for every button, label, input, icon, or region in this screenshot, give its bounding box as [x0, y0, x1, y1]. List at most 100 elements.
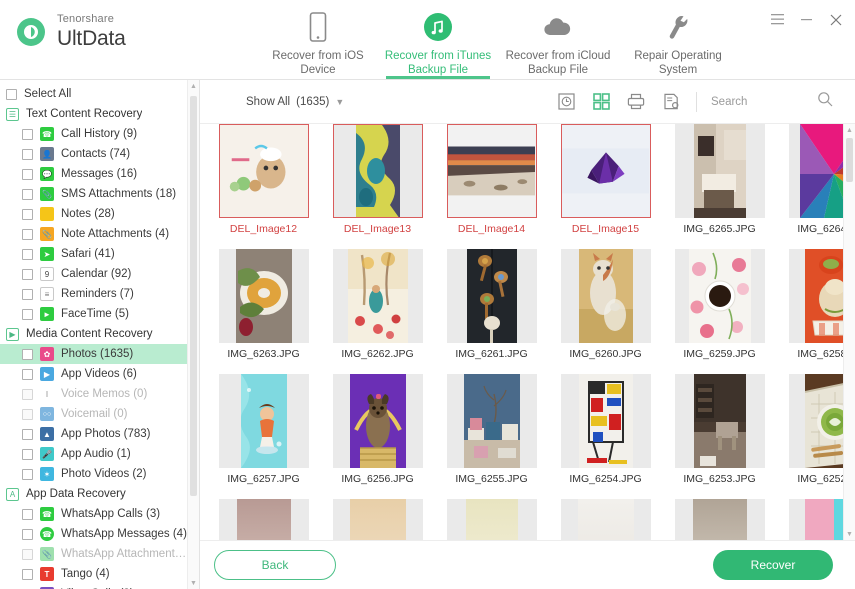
tab-recover-from-icloud-backup-file[interactable]: Recover from iCloud Backup File	[498, 0, 618, 79]
photo-thumbnail[interactable]	[447, 499, 537, 540]
search-icon[interactable]	[817, 91, 833, 112]
photo-cell[interactable]: IMG_6256.JPG	[326, 374, 429, 499]
photo-thumbnail[interactable]	[675, 499, 765, 540]
photo-cell[interactable]	[212, 499, 315, 540]
item-checkbox[interactable]	[22, 509, 33, 520]
item-checkbox[interactable]	[22, 189, 33, 200]
scroll-up-icon[interactable]: ▲	[188, 80, 199, 92]
photo-cell[interactable]: DEL_Image14	[440, 124, 543, 249]
photo-thumbnail[interactable]	[447, 374, 537, 468]
photo-cell[interactable]: IMG_6254.JPG	[554, 374, 657, 499]
item-checkbox[interactable]	[22, 209, 33, 220]
photo-cell[interactable]: IMG_6253.JPG	[668, 374, 771, 499]
grid-scroll-down-icon[interactable]: ▼	[844, 528, 855, 540]
sidebar-item-calendar[interactable]: 9 Calendar (92)	[0, 264, 187, 284]
photo-cell[interactable]: IMG_6259.JPG	[668, 249, 771, 374]
photo-cell[interactable]: DEL_Image15	[554, 124, 657, 249]
back-button[interactable]: Back	[214, 550, 336, 580]
sidebar-item-viber-calls[interactable]: ☎ Viber Calls (3)	[0, 584, 187, 589]
sidebar-item-contacts[interactable]: 👤 Contacts (74)	[0, 144, 187, 164]
photo-cell[interactable]	[782, 499, 843, 540]
recover-button[interactable]: Recover	[713, 550, 833, 580]
sidebar-item-note-attachments[interactable]: 📎 Note Attachments (4)	[0, 224, 187, 244]
item-checkbox[interactable]	[22, 309, 33, 320]
photo-cell[interactable]: IMG_6255.JPG	[440, 374, 543, 499]
sidebar-item-app-photos[interactable]: ▲ App Photos (783)	[0, 424, 187, 444]
photo-thumbnail[interactable]	[561, 374, 651, 468]
photo-thumbnail[interactable]	[561, 499, 651, 540]
photo-thumbnail[interactable]	[219, 499, 309, 540]
sidebar-item-facetime[interactable]: ► FaceTime (5)	[0, 304, 187, 324]
export-settings-icon[interactable]	[662, 93, 680, 111]
sidebar-item-voicemail[interactable]: ○○ Voicemail (0)	[0, 404, 187, 424]
photo-thumbnail[interactable]	[675, 374, 765, 468]
search-input[interactable]	[711, 96, 807, 108]
sidebar-item-call-history[interactable]: ☎ Call History (9)	[0, 124, 187, 144]
close-icon[interactable]	[828, 12, 843, 27]
sidebar-select-all[interactable]: Select All	[0, 84, 187, 104]
sidebar-group-text-content-recovery[interactable]: ☰ Text Content Recovery	[0, 104, 187, 124]
item-checkbox[interactable]	[22, 369, 33, 380]
select-all-checkbox[interactable]	[6, 89, 17, 100]
photo-thumbnail[interactable]	[447, 124, 537, 218]
item-checkbox[interactable]	[22, 349, 33, 360]
item-checkbox[interactable]	[22, 429, 33, 440]
item-checkbox[interactable]	[22, 169, 33, 180]
photo-thumbnail[interactable]	[561, 124, 651, 218]
sidebar-item-messages[interactable]: 💬 Messages (16)	[0, 164, 187, 184]
menu-icon[interactable]	[770, 12, 785, 27]
sidebar-group-app-data-recovery[interactable]: A App Data Recovery	[0, 484, 187, 504]
photo-thumbnail[interactable]	[219, 124, 309, 218]
sidebar-item-voice-memos[interactable]: ‖ Voice Memos (0)	[0, 384, 187, 404]
sidebar-item-reminders[interactable]: ≡ Reminders (7)	[0, 284, 187, 304]
photo-cell[interactable]	[326, 499, 429, 540]
sidebar-scrollbar[interactable]: ▲ ▼	[187, 80, 199, 589]
sidebar-item-whatsapp-attachments[interactable]: 📎 WhatsApp Attachments (0)	[0, 544, 187, 564]
photo-thumbnail[interactable]	[789, 249, 844, 343]
scroll-down-icon[interactable]: ▼	[188, 577, 199, 589]
photo-thumbnail[interactable]	[675, 124, 765, 218]
grid-view-icon[interactable]	[592, 93, 610, 111]
item-checkbox[interactable]	[22, 469, 33, 480]
photo-cell[interactable]	[668, 499, 771, 540]
sidebar-item-app-audio[interactable]: 🎤 App Audio (1)	[0, 444, 187, 464]
grid-scrollbar[interactable]: ▲ ▼	[843, 124, 855, 540]
item-checkbox[interactable]	[22, 449, 33, 460]
photo-thumbnail[interactable]	[675, 249, 765, 343]
photo-thumbnail[interactable]	[333, 249, 423, 343]
item-checkbox[interactable]	[22, 249, 33, 260]
photo-cell[interactable]: IMG_6263.JPG	[212, 249, 315, 374]
photo-cell[interactable]: IMG_6261.JPG	[440, 249, 543, 374]
photo-thumbnail[interactable]	[333, 499, 423, 540]
photo-thumbnail[interactable]	[219, 249, 309, 343]
tab-recover-from-itunes-backup-file[interactable]: Recover from iTunes Backup File	[378, 0, 498, 79]
photo-cell[interactable]: IMG_6260.JPG	[554, 249, 657, 374]
grid-scrollbar-thumb[interactable]	[846, 138, 853, 182]
sidebar-item-photo-videos[interactable]: ✶ Photo Videos (2)	[0, 464, 187, 484]
sidebar-item-whatsapp-messages[interactable]: ☎ WhatsApp Messages (4)	[0, 524, 187, 544]
sidebar-item-safari[interactable]: ➤ Safari (41)	[0, 244, 187, 264]
photo-cell[interactable]: IMG_6264.JPG	[782, 124, 843, 249]
photo-thumbnail[interactable]	[333, 374, 423, 468]
item-checkbox[interactable]	[22, 129, 33, 140]
photo-cell[interactable]: IMG_6257.JPG	[212, 374, 315, 499]
item-checkbox[interactable]	[22, 529, 33, 540]
photo-thumbnail[interactable]	[219, 374, 309, 468]
minimize-icon[interactable]	[799, 12, 814, 27]
time-view-icon[interactable]	[557, 93, 575, 111]
sidebar-item-whatsapp-calls[interactable]: ☎ WhatsApp Calls (3)	[0, 504, 187, 524]
photo-thumbnail[interactable]	[789, 499, 844, 540]
grid-scroll-up-icon[interactable]: ▲	[844, 124, 855, 136]
photo-cell[interactable]: IMG_6262.JPG	[326, 249, 429, 374]
sidebar-item-sms-attachments[interactable]: 📎 SMS Attachments (18)	[0, 184, 187, 204]
photo-thumbnail[interactable]	[789, 374, 844, 468]
sidebar-item-app-videos[interactable]: ▶ App Videos (6)	[0, 364, 187, 384]
photo-cell[interactable]: DEL_Image12	[212, 124, 315, 249]
tab-recover-from-ios-device[interactable]: Recover from iOS Device	[258, 0, 378, 79]
photo-thumbnail[interactable]	[789, 124, 844, 218]
photo-cell[interactable]: IMG_6265.JPG	[668, 124, 771, 249]
print-icon[interactable]	[627, 93, 645, 111]
photo-cell[interactable]	[440, 499, 543, 540]
photo-cell[interactable]: DEL_Image13	[326, 124, 429, 249]
photo-thumbnail[interactable]	[561, 249, 651, 343]
